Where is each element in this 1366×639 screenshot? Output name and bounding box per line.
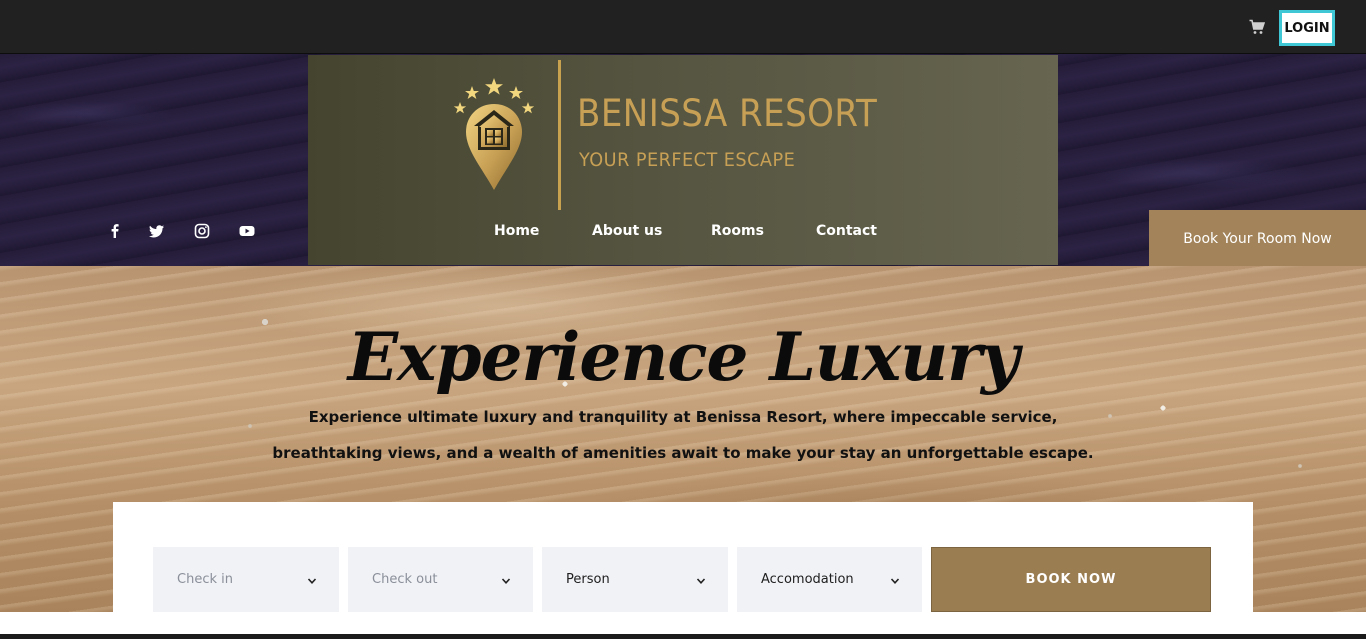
book-now-button[interactable]: BOOK NOW <box>931 547 1211 612</box>
check-out-select[interactable]: Check out <box>348 547 533 612</box>
person-label: Person <box>566 572 610 587</box>
youtube-icon[interactable] <box>238 222 256 240</box>
check-in-select[interactable]: Check in <box>153 547 339 612</box>
chevron-down-icon <box>696 575 706 585</box>
brand-name: BENISSA RESORT <box>577 92 878 135</box>
hero-description-line-1: Experience ultimate luxury and tranquili… <box>308 408 1058 426</box>
facebook-icon[interactable] <box>106 222 124 240</box>
shopping-cart-icon[interactable] <box>1249 19 1266 35</box>
twitter-icon[interactable] <box>148 222 166 240</box>
nav-rooms[interactable]: Rooms <box>711 223 764 243</box>
hero-description-line-2: breathtaking views, and a wealth of amen… <box>272 444 1094 462</box>
chevron-down-icon <box>307 575 317 585</box>
accomodation-label: Accomodation <box>761 572 854 587</box>
hero-title: Experience Luxury <box>347 318 1020 396</box>
check-in-label: Check in <box>177 572 233 587</box>
chevron-down-icon <box>890 575 900 585</box>
house-pin-with-stars-icon[interactable] <box>452 76 536 192</box>
nav-contact[interactable]: Contact <box>816 223 877 243</box>
accomodation-select[interactable]: Accomodation <box>737 547 922 612</box>
logo-divider <box>558 60 561 210</box>
chevron-down-icon <box>501 575 511 585</box>
instagram-icon[interactable] <box>193 222 211 240</box>
brand-tagline: YOUR PERFECT ESCAPE <box>579 149 796 171</box>
book-your-room-button[interactable]: Book Your Room Now <box>1149 210 1366 267</box>
top-bar <box>0 0 1366 54</box>
page-bottom-rule <box>0 634 1366 639</box>
login-button[interactable]: LOGIN <box>1279 10 1335 46</box>
nav-home[interactable]: Home <box>494 223 539 243</box>
check-out-label: Check out <box>372 572 438 587</box>
nav-about-us[interactable]: About us <box>592 223 662 243</box>
person-select[interactable]: Person <box>542 547 728 612</box>
